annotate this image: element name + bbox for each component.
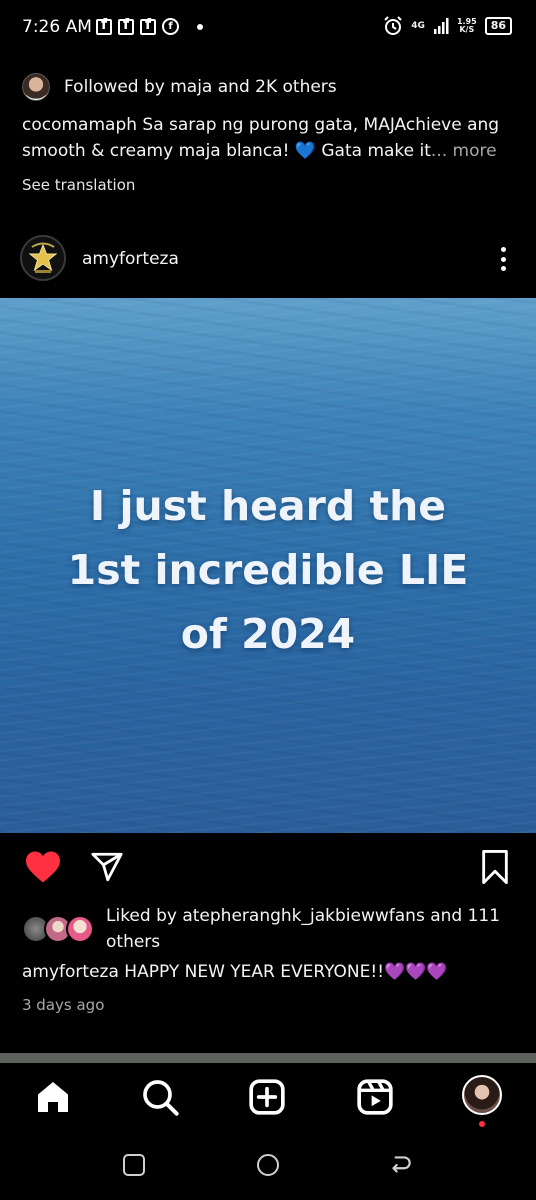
heart-icon[interactable] bbox=[24, 850, 62, 884]
image-text-line: I just heard the bbox=[89, 482, 447, 530]
reels-icon[interactable] bbox=[355, 1077, 395, 1117]
network-speed-unit: K/S bbox=[459, 25, 475, 34]
status-bar: 7:26 AM f 4G 1.95 K/S 86 bbox=[0, 0, 536, 56]
notification-dot-icon bbox=[197, 23, 203, 30]
liked-by-row[interactable]: Liked by atepheranghk_jakbiewwfans and 1… bbox=[22, 903, 522, 959]
share-icon[interactable] bbox=[90, 850, 124, 884]
previous-caption-text: cocomamaph Sa sarap ng purong gata, MAJA… bbox=[22, 115, 500, 161]
back-icon[interactable] bbox=[388, 1152, 414, 1178]
image-text-line: of 2024 bbox=[180, 610, 356, 658]
home-icon[interactable] bbox=[33, 1077, 73, 1117]
see-translation-link[interactable]: See translation bbox=[22, 176, 135, 194]
battery-icon: 86 bbox=[484, 17, 512, 35]
home-circle-icon[interactable] bbox=[257, 1154, 279, 1176]
post-header: amyforteza bbox=[0, 228, 536, 292]
search-icon[interactable] bbox=[140, 1077, 180, 1117]
post-caption: amyforteza HAPPY NEW YEAR EVERYONE!!💜💜💜 bbox=[22, 962, 448, 982]
caption-ellipsis: ... bbox=[430, 141, 448, 161]
notification-dot bbox=[479, 1121, 485, 1127]
star-logo-icon bbox=[22, 237, 64, 279]
previous-post-caption[interactable]: cocomamaph Sa sarap ng purong gata, MAJA… bbox=[22, 112, 512, 164]
facebook-icon bbox=[118, 17, 134, 35]
liked-by-text: Liked by atepheranghk_jakbiewwfans and 1… bbox=[106, 906, 501, 952]
liker-avatar bbox=[66, 915, 94, 943]
next-post-edge bbox=[0, 1053, 536, 1063]
post-username[interactable]: amyforteza bbox=[82, 249, 179, 269]
network-type: 4G bbox=[411, 20, 425, 31]
status-indicators: 4G 1.95 K/S 86 bbox=[383, 16, 512, 36]
network-speed: 1.95 K/S bbox=[457, 18, 477, 34]
liker-avatars bbox=[22, 915, 98, 943]
alarm-icon bbox=[384, 16, 402, 35]
facebook-icon bbox=[96, 17, 112, 35]
signal-icon bbox=[433, 18, 449, 34]
more-options-icon[interactable] bbox=[492, 244, 514, 274]
status-time: 7:26 AM bbox=[22, 17, 92, 37]
image-text-line: 1st incredible LIE bbox=[67, 546, 469, 594]
user-avatar[interactable] bbox=[20, 235, 66, 281]
image-text: I just heard the 1st incredible LIE of 2… bbox=[0, 474, 536, 666]
facebook-circle-icon: f bbox=[162, 18, 179, 35]
followed-by-text: Followed by maja and 2K others bbox=[64, 77, 337, 97]
more-link[interactable]: more bbox=[447, 141, 497, 161]
create-icon[interactable] bbox=[247, 1077, 287, 1117]
followed-by-row[interactable]: Followed by maja and 2K others bbox=[22, 73, 337, 101]
system-nav-bar bbox=[0, 1130, 536, 1200]
recent-apps-icon[interactable] bbox=[123, 1154, 145, 1176]
post-actions bbox=[0, 840, 536, 896]
facebook-icon bbox=[140, 17, 156, 35]
post-image[interactable]: I just heard the 1st incredible LIE of 2… bbox=[0, 298, 536, 833]
post-timestamp: 3 days ago bbox=[22, 996, 105, 1014]
follower-avatar bbox=[22, 73, 50, 101]
profile-avatar[interactable] bbox=[462, 1075, 502, 1115]
bookmark-icon[interactable] bbox=[480, 850, 510, 884]
bottom-nav bbox=[0, 1063, 536, 1130]
status-app-icons: f bbox=[96, 17, 203, 35]
